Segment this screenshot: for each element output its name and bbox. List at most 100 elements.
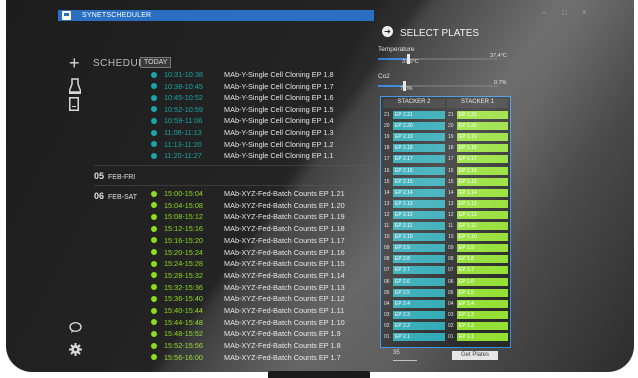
schedule-row[interactable]: 15:32-15:36 MAb-XYZ-Fed-Batch Counts EP 1…: [151, 283, 345, 294]
schedule-row[interactable]: 15:28-15:32 MAb-XYZ-Fed-Batch Counts EP 1…: [151, 271, 345, 282]
plate-slot[interactable]: 14 EP 2.14: [383, 188, 445, 197]
plate-slot[interactable]: 21 EP 2.21: [383, 111, 445, 119]
schedule-row[interactable]: 10:59-11:06 MAb-Y-Single Cell Cloning EP …: [151, 116, 334, 127]
schedule-row[interactable]: 11:20-11:27 MAb-Y-Single Cell Cloning EP …: [151, 151, 334, 162]
tablet-icon[interactable]: [69, 97, 79, 113]
get-plates-button[interactable]: Get Plates: [452, 351, 498, 360]
plate-slot[interactable]: 06 EP 1.6: [447, 277, 508, 286]
plate-slot[interactable]: 10 EP 2.10: [383, 233, 445, 242]
row-name: MAb-Y-Single Cell Cloning EP 1.3: [224, 128, 334, 137]
arrow-right-icon[interactable]: ➔: [382, 26, 393, 37]
schedule-row[interactable]: 10:31-10:38 MAb-Y-Single Cell Cloning EP …: [151, 70, 334, 81]
schedule-row[interactable]: 15:08-15:12 MAb-XYZ-Fed-Batch Counts EP 1…: [151, 212, 345, 223]
row-time: 15:32-15:36: [164, 282, 203, 292]
schedule-row[interactable]: 10:52-10:59 MAb-Y-Single Cell Cloning EP …: [151, 105, 334, 116]
plate-slot[interactable]: 07 EP 2.7: [383, 266, 445, 275]
plate-slot[interactable]: 01 EP 1.1: [447, 333, 508, 341]
plate-slot[interactable]: 02 EP 1.2: [447, 321, 508, 330]
plate-slot[interactable]: 17 EP 2.17: [383, 155, 445, 164]
close-button[interactable]: ×: [582, 8, 587, 17]
plate-slot[interactable]: 03 EP 2.3: [383, 310, 445, 319]
schedule-row[interactable]: 15:36-15:40 MAb-XYZ-Fed-Batch Counts EP 1…: [151, 294, 345, 305]
status-dot: [151, 117, 157, 124]
schedule-row[interactable]: 15:44-15:48 MAb-XYZ-Fed-Batch Counts EP 1…: [151, 318, 345, 329]
co2-slider[interactable]: [378, 81, 498, 91]
plate-slot[interactable]: 18 EP 2.18: [383, 144, 445, 153]
row-time: 15:48-15:52: [164, 329, 203, 339]
plate-slot[interactable]: 06 EP 2.6: [383, 277, 445, 286]
plate-slot[interactable]: 19 EP 2.19: [383, 133, 445, 142]
plate-slot[interactable]: 10 EP 1.10: [447, 233, 508, 242]
schedule-row[interactable]: 15:48-15:52 MAb-XYZ-Fed-Batch Counts EP 1…: [151, 329, 341, 340]
status-dot: [151, 141, 157, 148]
plate-slot[interactable]: 18 EP 1.18: [447, 144, 508, 153]
temperature-slider[interactable]: [378, 54, 498, 64]
status-dot: [151, 307, 157, 314]
chat-icon[interactable]: [69, 321, 82, 336]
status-dot: [151, 354, 157, 361]
row-name: MAb-XYZ-Fed-Batch Counts EP 1.13: [224, 282, 345, 292]
plate-slot[interactable]: 15 EP 1.15: [447, 177, 508, 186]
plus-icon[interactable]: +: [69, 54, 80, 72]
schedule-row[interactable]: 15:00-15:04 MAb-XYZ-Fed-Batch Counts EP 1…: [151, 189, 345, 200]
schedule-row[interactable]: 15:40-15:44 MAb-XYZ-Fed-Batch Counts EP 1…: [151, 306, 344, 317]
plate-slot[interactable]: 11 EP 1.11: [447, 222, 508, 230]
plate-slot[interactable]: 21 EP 1.21: [447, 111, 508, 119]
row-name: MAb-Y-Single Cell Cloning EP 1.5: [224, 104, 334, 114]
plate-label: EP 2.9: [393, 244, 445, 253]
plate-slot[interactable]: 08 EP 1.8: [447, 255, 508, 264]
row-time: 10:52-10:59: [164, 104, 203, 114]
gear-icon[interactable]: [69, 343, 82, 358]
plate-slot[interactable]: 16 EP 1.16: [447, 166, 508, 175]
plate-slot[interactable]: 01 EP 2.1: [383, 333, 445, 341]
schedule-row[interactable]: 15:24-15:28 MAb-XYZ-Fed-Batch Counts EP 1…: [151, 259, 345, 270]
plate-label: EP 2.17: [393, 155, 445, 164]
schedule-row[interactable]: 15:04-15:08 MAb-XYZ-Fed-Batch Counts EP 1…: [151, 201, 345, 212]
schedule-row[interactable]: 11:13-11:20 MAb-Y-Single Cell Cloning EP …: [151, 140, 334, 151]
plate-slot[interactable]: 02 EP 2.2: [383, 321, 445, 330]
plate-slot[interactable]: 19 EP 1.19: [447, 133, 508, 142]
plate-slot[interactable]: 14 EP 1.14: [447, 188, 508, 197]
plate-slot[interactable]: 11 EP 2.11: [383, 222, 445, 230]
plate-slot[interactable]: 07 EP 1.7: [447, 266, 508, 275]
plate-slot[interactable]: 09 EP 1.9: [447, 244, 508, 253]
plate-slot[interactable]: 13 EP 2.13: [383, 199, 445, 208]
schedule-row[interactable]: 15:52-15:56 MAb-XYZ-Fed-Batch Counts EP 1…: [151, 341, 341, 352]
plate-count-input[interactable]: 35: [393, 350, 417, 361]
row-time: 15:44-15:48: [164, 317, 203, 327]
flask-icon[interactable]: [67, 78, 83, 96]
schedule-row[interactable]: 10:45-10:52 MAb-Y-Single Cell Cloning EP …: [151, 93, 334, 104]
status-dot: [151, 202, 157, 209]
row-time: 15:20-15:24: [164, 247, 203, 257]
plate-slot[interactable]: 03 EP 1.3: [447, 310, 508, 319]
plate-slot[interactable]: 05 EP 1.5: [447, 288, 508, 297]
plate-slot[interactable]: 04 EP 1.4: [447, 299, 508, 308]
plate-label: EP 2.10: [393, 233, 445, 242]
plate-slot[interactable]: 20 EP 1.20: [447, 122, 508, 131]
plate-slot[interactable]: 09 EP 2.9: [383, 244, 445, 253]
plate-slot[interactable]: 05 EP 2.5: [383, 288, 445, 297]
plate-slot[interactable]: 12 EP 2.12: [383, 210, 445, 219]
plate-slot[interactable]: 20 EP 2.20: [383, 122, 445, 131]
plate-slot[interactable]: 17 EP 1.17: [447, 155, 508, 164]
schedule-row[interactable]: 15:16-15:20 MAb-XYZ-Fed-Batch Counts EP 1…: [151, 236, 345, 247]
plate-slot[interactable]: 15 EP 2.15: [383, 177, 445, 186]
schedule-row[interactable]: 10:38-10:45 MAb-Y-Single Cell Cloning EP …: [151, 82, 334, 93]
plate-slot[interactable]: 16 EP 2.16: [383, 166, 445, 175]
slot-number: 04: [383, 299, 393, 308]
row-name: MAb-XYZ-Fed-Batch Counts EP 1.18: [224, 224, 345, 234]
plate-slot[interactable]: 13 EP 1.13: [447, 199, 508, 208]
minimize-button[interactable]: –: [542, 8, 546, 17]
schedule-row[interactable]: 15:12-15:16 MAb-XYZ-Fed-Batch Counts EP 1…: [151, 224, 345, 235]
slot-number: 15: [383, 177, 393, 186]
plate-slot[interactable]: 12 EP 1.12: [447, 210, 508, 219]
plate-slot[interactable]: 08 EP 2.8: [383, 255, 445, 264]
plate-slot[interactable]: 04 EP 2.4: [383, 299, 445, 308]
schedule-row[interactable]: 15:20-15:24 MAb-XYZ-Fed-Batch Counts EP 1…: [151, 248, 345, 259]
today-button[interactable]: TODAY: [140, 57, 172, 68]
schedule-row[interactable]: 15:56-16:00 MAb-XYZ-Fed-Batch Counts EP 1…: [151, 353, 341, 364]
plate-label: EP 2.18: [393, 144, 445, 153]
slot-number: 02: [447, 321, 457, 330]
schedule-row[interactable]: 11:06-11:13 MAb-Y-Single Cell Cloning EP …: [151, 128, 334, 139]
maximize-button[interactable]: □: [562, 8, 567, 17]
